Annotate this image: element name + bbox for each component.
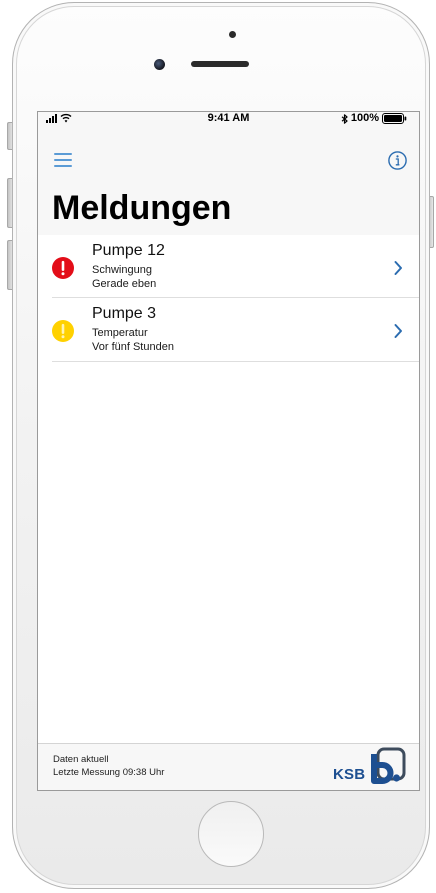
status-footer: Daten aktuell Letzte Messung 09:38 Uhr K… [38,743,419,790]
ksb-logo-text: KSB [333,766,366,783]
list-item[interactable]: Pumpe 3 Temperatur Vor fünf Stunden [38,298,419,362]
menu-line [54,159,72,161]
exclamation-circle-icon [52,320,74,342]
exclamation-mark [61,323,65,339]
bluetooth-icon [341,113,348,124]
home-button[interactable] [198,801,264,867]
status-right-group: 100% [341,112,407,125]
front-sensor [229,31,236,38]
page-title: Meldungen [52,189,232,227]
alert-type: Temperatur [92,327,148,339]
menu-line [54,165,72,167]
exclamation-mark [61,260,65,276]
status-bar: 9:41 AM 100% [38,112,419,125]
phone-body: 9:41 AM 100% Meldungen Pumpe 12 Schwingu… [12,2,430,889]
list-item[interactable]: Pumpe 12 Schwingung Gerade eben [38,235,419,298]
chevron-right-icon[interactable] [393,260,403,276]
alerts-list: Pumpe 12 Schwingung Gerade eben Pumpe 3 … [38,235,419,362]
menu-line [54,153,72,155]
last-measurement-text: Letzte Messung 09:38 Uhr [53,767,165,778]
alert-time: Vor fünf Stunden [92,341,174,353]
chevron-right-icon[interactable] [393,323,403,339]
alert-time: Gerade eben [92,278,157,290]
exclamation-circle-icon [52,257,74,279]
hamburger-menu-icon[interactable] [54,153,72,168]
pump-name: Pumpe 3 [92,305,157,322]
battery-percentage: 100% [350,112,379,124]
ksb-logo-icon [371,747,406,784]
earpiece-speaker [191,61,249,67]
front-camera [154,59,165,70]
info-icon[interactable] [388,151,407,170]
row-divider [52,361,419,362]
pump-name: Pumpe 12 [92,242,165,259]
app-screen: 9:41 AM 100% Meldungen Pumpe 12 Schwingu… [38,112,419,790]
alert-type: Schwingung [92,264,152,276]
data-status-text: Daten aktuell [53,754,109,765]
battery-icon [382,113,407,124]
